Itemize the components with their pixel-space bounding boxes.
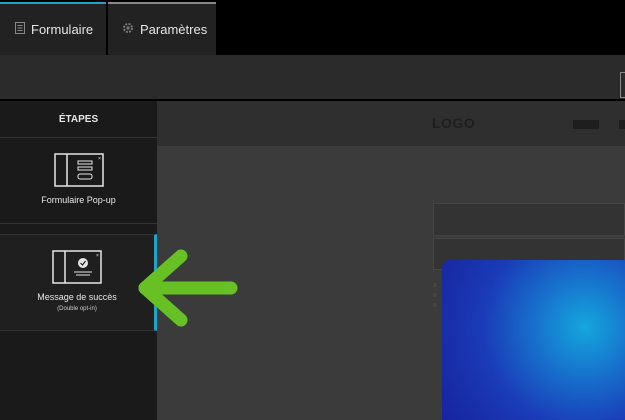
tab-formulaire[interactable]: Formulaire: [0, 2, 106, 55]
preview-menu-placeholder: [619, 120, 625, 129]
step-label: Message de succès: [37, 292, 117, 302]
gear-icon: [122, 22, 134, 37]
sidebar-title: ÉTAPES: [0, 101, 157, 138]
document-icon: [15, 22, 25, 37]
preview-popup: [442, 260, 625, 420]
tab-parametres-label: Paramètres: [140, 22, 208, 37]
success-message-icon: ×: [52, 250, 102, 284]
toolbar-button-edge[interactable]: [620, 72, 625, 98]
preview-text-placeholder: [433, 293, 437, 297]
preview-site-header: LOGO: [157, 101, 625, 146]
preview-logo: LOGO: [432, 115, 476, 131]
preview-text-placeholder: [433, 283, 437, 287]
svg-text:×: ×: [96, 253, 99, 259]
tab-parametres[interactable]: Paramètres: [108, 2, 216, 55]
popup-form-icon: ×: [53, 153, 104, 187]
preview-menu-placeholder: [573, 120, 599, 129]
svg-text:×: ×: [98, 156, 101, 162]
toolbar: [0, 55, 625, 101]
step-label: Formulaire Pop-up: [41, 195, 116, 205]
top-tab-bar: Formulaire Paramètres: [0, 0, 625, 55]
step-sublabel: (Double opt-in): [57, 306, 97, 312]
preview-text-placeholder: [433, 303, 437, 307]
preview-field-placeholder: [433, 203, 625, 236]
arrow-left-icon: [138, 249, 238, 327]
tab-formulaire-label: Formulaire: [31, 22, 94, 37]
step-formulaire-popup[interactable]: × Formulaire Pop-up: [0, 138, 157, 224]
